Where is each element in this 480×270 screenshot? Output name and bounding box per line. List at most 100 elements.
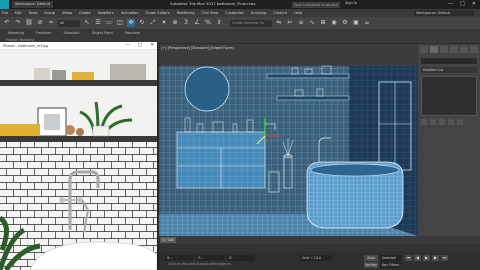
menu-edit[interactable]: Edit <box>15 11 22 15</box>
x-coordinate-field[interactable]: X: - <box>165 255 193 261</box>
workspace-tab[interactable]: Workspace: Default <box>12 1 54 8</box>
spinner-snap-icon[interactable]: ⇕ <box>215 19 223 27</box>
pivot-icon[interactable]: ⊕ <box>171 19 179 27</box>
main-toolbar: ↶ ↷ ⛓ ⊘ ≈ All ↖ ☰ ▭ ◫ ✥ ↻ ⤢ ▾ ⊕ 3 ∠ % ⇕ … <box>0 17 480 29</box>
search-input[interactable]: Type a keyword or phrase <box>292 2 340 8</box>
menu-animation[interactable]: Animation <box>121 11 139 15</box>
menu-scripting[interactable]: Scripting <box>251 11 267 15</box>
tab-modeling[interactable]: Modeling <box>8 31 24 35</box>
window-title: Autodesk 3ds Max 2017 bathroom_Final.max <box>170 1 256 6</box>
angle-snap-icon[interactable]: ∠ <box>193 19 201 27</box>
material-editor-icon[interactable]: ◉ <box>330 19 338 27</box>
curve-editor-icon[interactable]: ∿ <box>308 19 316 27</box>
show-end-result-icon[interactable] <box>430 119 436 125</box>
hierarchy-tab-icon[interactable] <box>440 46 448 53</box>
menu-content[interactable]: Content <box>273 11 287 15</box>
time-slider-handle[interactable]: 0 / 100 <box>160 237 176 243</box>
object-name-field[interactable] <box>421 58 477 64</box>
render-icon[interactable]: ☕ <box>363 19 371 27</box>
go-to-end-icon[interactable]: ⏭ <box>441 255 448 261</box>
maximize-button[interactable]: □ <box>460 0 465 8</box>
modify-tab-icon[interactable] <box>430 46 438 53</box>
render-setup-icon[interactable]: ⚙ <box>341 19 349 27</box>
redo-icon[interactable]: ↷ <box>14 19 22 27</box>
menu-create[interactable]: Create <box>79 11 91 15</box>
window-crossing-icon[interactable]: ◫ <box>116 19 124 27</box>
close-button[interactable]: ✕ <box>472 0 476 8</box>
app-window: Workspace: Default Autodesk 3ds Max 2017… <box>0 0 480 270</box>
rotate-icon[interactable]: ↻ <box>138 19 146 27</box>
menu-modifiers[interactable]: Modifiers <box>98 11 114 15</box>
photo-minimize-button[interactable]: — <box>125 43 130 49</box>
tab-object-paint[interactable]: Object Paint <box>92 31 113 35</box>
menu-file[interactable]: File <box>2 11 8 15</box>
modifier-stack[interactable] <box>421 76 477 116</box>
display-tab-icon[interactable] <box>460 46 468 53</box>
rect-select-icon[interactable]: ▭ <box>105 19 113 27</box>
menu-graph-editors[interactable]: Graph Editors <box>146 11 170 15</box>
select-icon[interactable]: ↖ <box>83 19 91 27</box>
configure-sets-icon[interactable] <box>457 119 463 125</box>
modifier-list-dropdown[interactable]: Modifier List <box>421 67 477 73</box>
app-logo-icon[interactable] <box>0 0 9 9</box>
photo-viewer-window[interactable]: Photos - bathroom_ref.jpg — □ ✕ <box>0 42 157 270</box>
menu-civil-view[interactable]: Civil View <box>201 11 218 15</box>
perspective-viewport[interactable]: [+] [Perspective] [Standard] [Edged Face… <box>157 44 418 236</box>
link-icon[interactable]: ⛓ <box>25 19 33 27</box>
next-frame-icon[interactable]: ▶ <box>432 255 439 261</box>
menu-bar: File Edit Tools Group Views Create Modif… <box>0 9 480 17</box>
photo-maximize-button[interactable]: □ <box>138 43 142 49</box>
remove-modifier-icon[interactable] <box>448 119 454 125</box>
bind-icon[interactable]: ≈ <box>47 19 55 27</box>
undo-icon[interactable]: ↶ <box>3 19 11 27</box>
move-icon[interactable]: ✥ <box>127 19 135 27</box>
scale-icon[interactable]: ⤢ <box>149 19 157 27</box>
snap-icon[interactable]: 3 <box>182 19 190 27</box>
key-set-dropdown[interactable]: Selected <box>380 255 402 261</box>
mirror-icon[interactable]: ⇋ <box>275 19 283 27</box>
menu-rendering[interactable]: Rendering <box>177 11 195 15</box>
motion-tab-icon[interactable] <box>450 46 458 53</box>
menu-help[interactable]: Help <box>294 11 302 15</box>
minimize-button[interactable]: — <box>448 0 453 8</box>
menu-customize[interactable]: Customize <box>225 11 243 15</box>
select-by-name-icon[interactable]: ☰ <box>94 19 102 27</box>
make-unique-icon[interactable] <box>439 119 445 125</box>
utilities-tab-icon[interactable] <box>470 46 478 53</box>
unlink-icon[interactable]: ⊘ <box>36 19 44 27</box>
photo-top-shelf <box>0 80 157 86</box>
set-key-button[interactable]: Set Key <box>364 262 378 268</box>
render-frame-icon[interactable]: ▣ <box>352 19 360 27</box>
round-mirror <box>184 66 230 112</box>
go-to-start-icon[interactable]: ⏮ <box>405 255 412 261</box>
previous-frame-icon[interactable]: ◀ <box>414 255 421 261</box>
schematic-icon[interactable]: ⊞ <box>319 19 327 27</box>
key-filters-button[interactable]: Key Filters... <box>380 262 402 268</box>
y-coordinate-field[interactable]: Y: - <box>196 255 224 261</box>
align-icon[interactable]: ⊨ <box>286 19 294 27</box>
photo-middle-shelf <box>0 136 157 142</box>
create-tab-icon[interactable] <box>420 46 428 53</box>
menu-tools[interactable]: Tools <box>29 11 38 15</box>
selection-filter-dropdown[interactable]: All <box>58 19 80 27</box>
auto-key-button[interactable]: Auto Key <box>364 255 378 266</box>
layer-icon[interactable]: ≡ <box>297 19 305 27</box>
play-icon[interactable]: ▶ <box>423 255 430 261</box>
view-icon[interactable]: ▾ <box>160 19 168 27</box>
tab-selection[interactable]: Selection <box>64 31 80 35</box>
pin-stack-icon[interactable] <box>421 119 427 125</box>
create-selection-set-field[interactable]: Create Selection Se <box>230 19 272 27</box>
shelf-upper <box>266 73 350 79</box>
photo-window-titlebar[interactable]: Photos - bathroom_ref.jpg — □ ✕ <box>0 42 157 50</box>
photo-window-title: Photos - bathroom_ref.jpg <box>3 43 49 48</box>
viewport-label[interactable]: [+] [Perspective] [Standard] [Edged Face… <box>161 46 234 50</box>
z-coordinate-field[interactable]: Z: - <box>227 255 255 261</box>
tab-populate[interactable]: Populate <box>125 31 140 35</box>
menu-group[interactable]: Group <box>44 11 55 15</box>
tab-freeform[interactable]: Freeform <box>36 31 52 35</box>
workspace-dropdown[interactable]: Workspaces: Default <box>414 10 474 16</box>
photo-close-button[interactable]: ✕ <box>150 43 154 49</box>
percent-snap-icon[interactable]: % <box>204 19 212 27</box>
sign-in-button[interactable]: Sign In <box>345 1 357 5</box>
menu-views[interactable]: Views <box>62 11 72 15</box>
